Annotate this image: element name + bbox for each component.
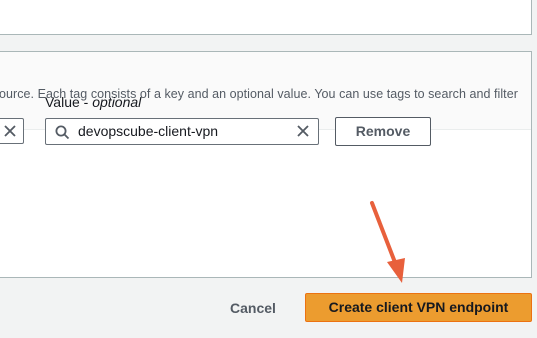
search-icon: [55, 125, 70, 145]
tag-value-label: Value - optional: [45, 94, 142, 110]
value-optional-text: optional: [92, 94, 142, 110]
remove-tag-button[interactable]: Remove: [335, 117, 431, 146]
clear-key-icon[interactable]: [3, 124, 17, 143]
tag-key-input[interactable]: [0, 118, 24, 144]
tags-section-panel: ource. Each tag consists of a key and an…: [0, 51, 532, 278]
cancel-button[interactable]: Cancel: [221, 297, 285, 319]
tag-value-text: devopscube-client-vpn: [78, 123, 219, 139]
create-client-vpn-endpoint-button[interactable]: Create client VPN endpoint: [305, 293, 532, 322]
previous-section-panel: [0, 0, 532, 35]
value-label-text: Value: [45, 94, 80, 110]
tag-value-input[interactable]: devopscube-client-vpn: [45, 118, 319, 145]
clear-value-icon[interactable]: [296, 124, 310, 143]
